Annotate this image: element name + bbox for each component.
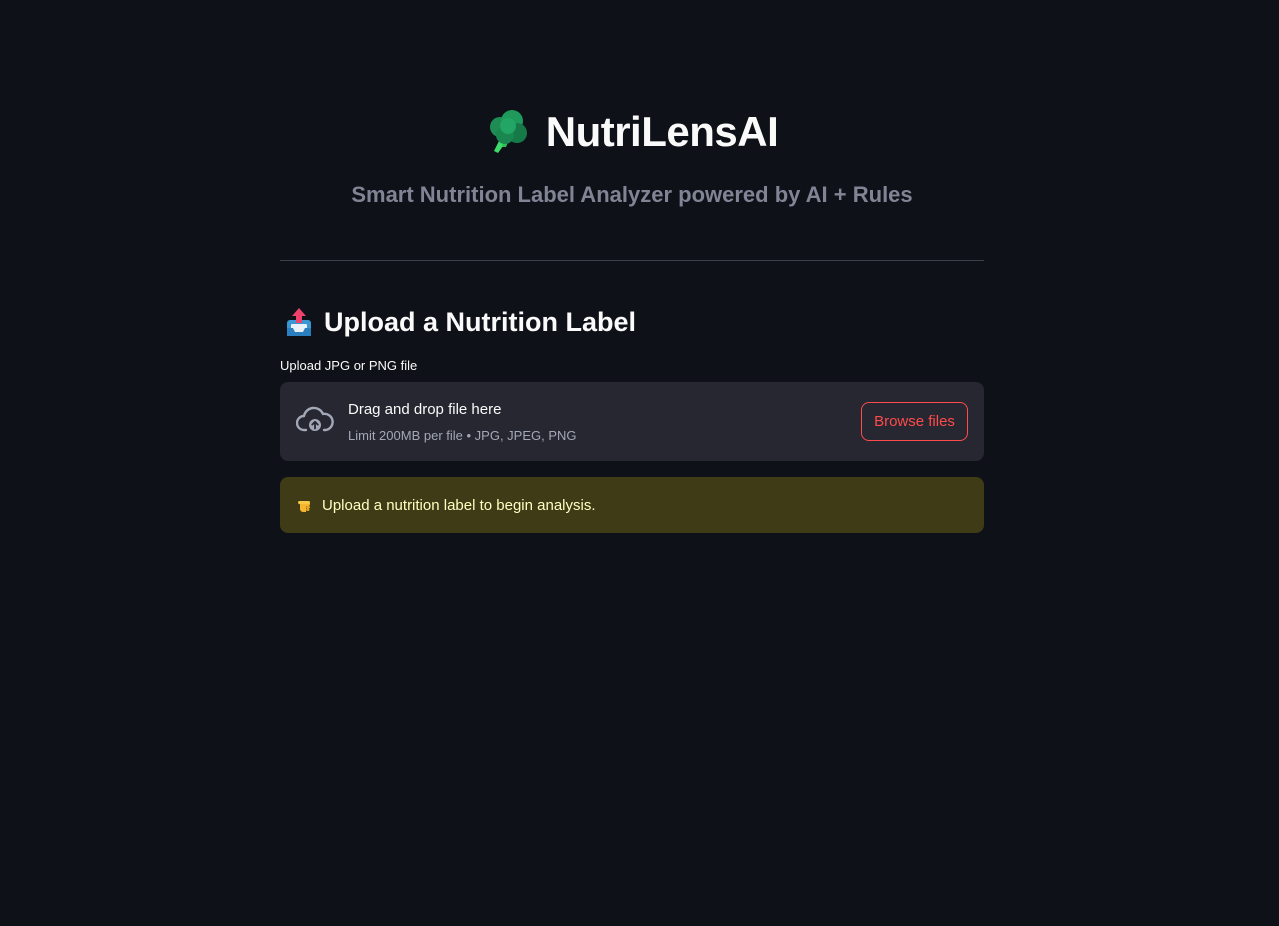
- title-row: NutriLensAI: [280, 104, 984, 160]
- broccoli-icon: [489, 110, 527, 153]
- section-title: Upload a Nutrition Label: [324, 306, 637, 337]
- page-header: NutriLensAI Smart Nutrition Label Analyz…: [280, 104, 984, 208]
- app-title: NutriLensAI: [545, 108, 779, 155]
- alert-message: Upload a nutrition label to begin analys…: [322, 496, 596, 514]
- app-subtitle: Smart Nutrition Label Analyzer powered b…: [351, 182, 913, 207]
- info-alert: Upload a nutrition label to begin analys…: [280, 477, 984, 533]
- pointing-hand-icon: [298, 501, 310, 512]
- upload-section-header: Upload a Nutrition Label: [284, 303, 636, 341]
- browse-files-button[interactable]: Browse files: [861, 402, 968, 441]
- divider: [280, 260, 984, 261]
- dropzone-limits: Limit 200MB per file • JPG, JPEG, PNG: [348, 428, 577, 443]
- file-dropzone[interactable]: Drag and drop file here Limit 200MB per …: [280, 382, 984, 461]
- dropzone-instructions: Drag and drop file here: [348, 401, 502, 418]
- inbox-tray-icon: [287, 308, 311, 336]
- cloud-upload-icon: [296, 406, 334, 432]
- uploader-label: Upload JPG or PNG file: [280, 358, 418, 373]
